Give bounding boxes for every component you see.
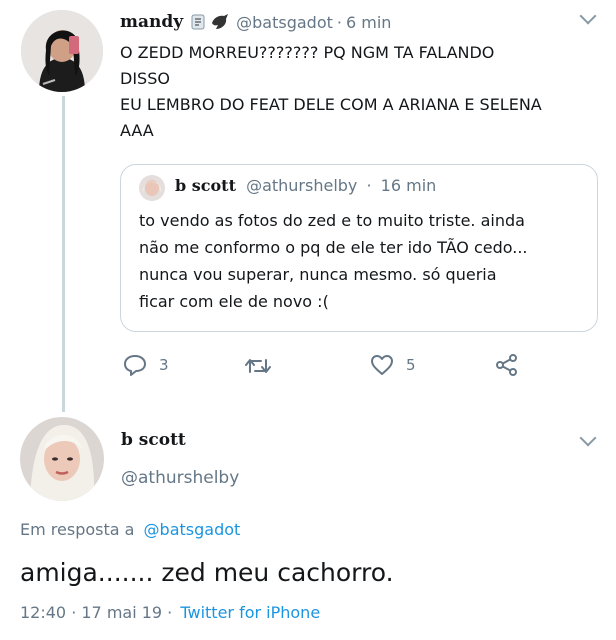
chevron-down-icon[interactable]: [579, 7, 597, 25]
reply-to-link[interactable]: @batsgadot: [144, 520, 241, 539]
retweet-icon: [245, 359, 271, 373]
separator: ·: [366, 176, 372, 195]
like-button[interactable]: 5: [370, 354, 416, 376]
retweet-button[interactable]: [244, 356, 284, 376]
author-handle[interactable]: @batsgadot: [236, 13, 333, 32]
quoted-author-name: b scott: [175, 176, 236, 195]
quoted-tweet-time: 16 min: [380, 176, 437, 195]
quoted-avatar: [139, 175, 165, 201]
quoted-line: to vendo as fotos do zed e to muito tris…: [139, 211, 525, 230]
tweet-line: EU LEMBRO DO FEAT DELE COM A ARIANA E SE…: [120, 95, 542, 114]
reply-context: Em resposta a @batsgadot: [20, 520, 240, 539]
tweet-text: O ZEDD MORREU??????? PQ NGM TA FALANDO D…: [120, 40, 542, 144]
tweet-line: O ZEDD MORREU??????? PQ NGM TA FALANDO: [120, 43, 495, 62]
tweet-time[interactable]: 6 min: [346, 13, 391, 32]
reply-button[interactable]: 3: [123, 354, 169, 376]
thread-line: [62, 96, 65, 412]
reply-timestamp[interactable]: 12:40 · 17 mai 19 ·: [20, 603, 172, 622]
reply-meta: 12:40 · 17 mai 19 · Twitter for iPhone: [20, 603, 320, 622]
share-icon: [496, 354, 517, 376]
quoted-line: ficar com ele de novo :(: [139, 292, 329, 311]
quoted-author-handle: @athurshelby: [246, 176, 358, 195]
bird-icon: [210, 13, 230, 31]
reply-avatar-image: [20, 417, 104, 501]
reply-author-handle[interactable]: @athurshelby: [121, 468, 239, 488]
separator: ·: [336, 12, 342, 32]
quoted-tweet[interactable]: b scott @athurshelby · 16 min to vendo a…: [120, 164, 598, 332]
share-button[interactable]: [495, 353, 519, 377]
like-icon: [371, 355, 393, 375]
reply-icon: [124, 355, 146, 376]
chevron-down-icon[interactable]: [579, 429, 597, 447]
reply-to-prefix: Em resposta a: [20, 520, 135, 539]
reply-author-name[interactable]: b scott: [121, 430, 186, 450]
tweet-line: AAA: [120, 121, 154, 140]
like-count: 5: [406, 356, 416, 374]
reply-source-link[interactable]: Twitter for iPhone: [180, 603, 320, 622]
quoted-line: não me conformo o pq de ele ter ido TÃO …: [139, 238, 528, 257]
quoted-tweet-text: to vendo as fotos do zed e to muito tris…: [139, 207, 528, 315]
reply-count: 3: [159, 356, 169, 374]
quoted-line: nunca vou superar, nunca mesmo. só queri…: [139, 265, 497, 284]
tweet-line: DISSO: [120, 69, 170, 88]
avatar[interactable]: [21, 10, 103, 92]
badge-icon: [191, 14, 205, 30]
reply-avatar[interactable]: [20, 417, 104, 501]
reply-body: amiga....... zed meu cachorro.: [20, 558, 394, 587]
avatar-image: [21, 10, 103, 92]
author-name[interactable]: mandy: [120, 12, 183, 32]
